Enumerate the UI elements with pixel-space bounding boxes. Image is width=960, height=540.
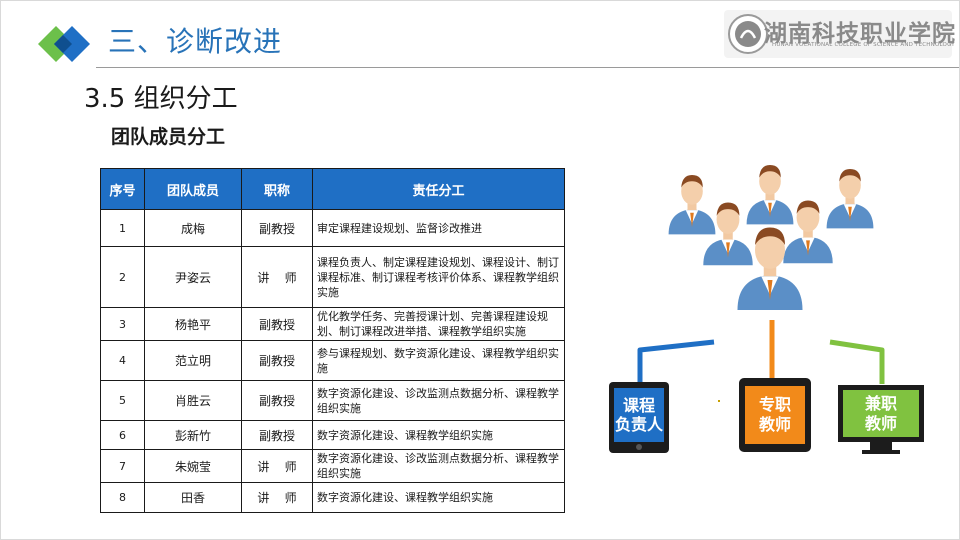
phone-device-icon: 专职 教师 bbox=[739, 378, 811, 452]
row-name: 田香 bbox=[144, 482, 242, 513]
table-row: 8 田香 讲 师 数字资源化建设、课程教学组织实施 bbox=[100, 482, 565, 513]
row-duty: 数字资源化建设、诊改监测点数据分析、课程教学组织实施 bbox=[312, 449, 565, 483]
row-name: 尹姿云 bbox=[144, 246, 242, 308]
row-title: 讲 师 bbox=[241, 482, 313, 513]
row-name: 彭新竹 bbox=[144, 420, 242, 450]
row-name: 杨艳平 bbox=[144, 307, 242, 341]
row-duty: 优化教学任务、完善授课计划、完善课程建设规划、制订课程改进举措、课程教学组织实施 bbox=[312, 307, 565, 341]
role-fulltime-teacher: 专职 教师 bbox=[745, 386, 805, 444]
role-parttime-teacher: 兼职 教师 bbox=[843, 390, 919, 437]
row-duty: 审定课程建设规划、监督诊改推进 bbox=[312, 209, 565, 247]
row-title: 副教授 bbox=[241, 380, 313, 421]
row-name: 成梅 bbox=[144, 209, 242, 247]
row-duty: 数字资源化建设、诊改监测点数据分析、课程教学组织实施 bbox=[312, 380, 565, 421]
monitor-stand bbox=[870, 442, 892, 450]
school-name-en: HUNAN VOCATIONAL COLLEGE OF SCIENCE AND … bbox=[772, 42, 955, 48]
role-line2: 负责人 bbox=[614, 415, 663, 434]
person-icon bbox=[737, 227, 803, 310]
row-no: 7 bbox=[100, 449, 145, 483]
table-row: 1 成梅 副教授 审定课程建设规划、监督诊改推进 bbox=[100, 209, 565, 247]
table-row: 4 范立明 副教授 参与课程规划、数字资源化建设、课程教学组织实施 bbox=[100, 340, 565, 381]
role-line1: 专职 bbox=[758, 395, 791, 414]
home-button-icon bbox=[636, 444, 642, 450]
subsection-title: 3.5 组织分工 bbox=[84, 84, 238, 114]
row-title: 副教授 bbox=[241, 420, 313, 450]
table-row: 5 肖胜云 副教授 数字资源化建设、诊改监测点数据分析、课程教学组织实施 bbox=[100, 380, 565, 421]
header-no: 序号 bbox=[100, 168, 145, 210]
header-divider bbox=[96, 67, 959, 68]
header-duty: 责任分工 bbox=[312, 168, 565, 210]
row-duty: 课程负责人、制定课程建设规划、课程设计、制订课程标准、制订课程考核评价体系、课程… bbox=[312, 246, 565, 308]
header-member: 团队成员 bbox=[144, 168, 242, 210]
person-icon bbox=[668, 175, 716, 235]
row-no: 2 bbox=[100, 246, 145, 308]
row-no: 6 bbox=[100, 420, 145, 450]
team-title: 团队成员分工 bbox=[111, 126, 226, 148]
row-name: 朱婉莹 bbox=[144, 449, 242, 483]
role-line1: 课程 bbox=[622, 396, 655, 415]
row-title: 讲 师 bbox=[241, 449, 313, 483]
row-no: 4 bbox=[100, 340, 145, 381]
team-duty-table: 序号 团队成员 职称 责任分工 1 成梅 副教授 审定课程建设规划、监督诊改推进… bbox=[100, 168, 565, 513]
table-header-row: 序号 团队成员 职称 责任分工 bbox=[100, 168, 565, 210]
row-name: 范立明 bbox=[144, 340, 242, 381]
monitor-stand-base bbox=[862, 450, 900, 454]
monitor-device-icon: 兼职 教师 bbox=[838, 385, 924, 442]
person-icon bbox=[746, 165, 794, 225]
diamond-logo-icon bbox=[38, 26, 90, 62]
decorative-dot bbox=[718, 400, 720, 402]
row-duty: 参与课程规划、数字资源化建设、课程教学组织实施 bbox=[312, 340, 565, 381]
table-row: 6 彭新竹 副教授 数字资源化建设、课程教学组织实施 bbox=[100, 420, 565, 450]
row-no: 1 bbox=[100, 209, 145, 247]
row-duty: 数字资源化建设、课程教学组织实施 bbox=[312, 482, 565, 513]
role-course-lead: 课程 负责人 bbox=[614, 388, 664, 442]
row-name: 肖胜云 bbox=[144, 380, 242, 421]
team-people-illustration bbox=[668, 165, 874, 310]
header-title: 职称 bbox=[241, 168, 313, 210]
row-no: 5 bbox=[100, 380, 145, 421]
person-icon bbox=[826, 169, 874, 229]
row-title: 讲 师 bbox=[241, 246, 313, 308]
role-line2: 教师 bbox=[864, 413, 897, 433]
row-no: 3 bbox=[100, 307, 145, 341]
role-line2: 教师 bbox=[758, 415, 791, 434]
role-line1: 兼职 bbox=[864, 393, 897, 413]
row-title: 副教授 bbox=[241, 340, 313, 381]
row-no: 8 bbox=[100, 482, 145, 513]
tablet-device-icon: 课程 负责人 bbox=[609, 382, 669, 453]
row-title: 副教授 bbox=[241, 209, 313, 247]
table-row: 2 尹姿云 讲 师 课程负责人、制定课程建设规划、课程设计、制订课程标准、制订课… bbox=[100, 246, 565, 308]
table-row: 7 朱婉莹 讲 师 数字资源化建设、诊改监测点数据分析、课程教学组织实施 bbox=[100, 449, 565, 483]
person-icon bbox=[783, 200, 833, 264]
row-duty: 数字资源化建设、课程教学组织实施 bbox=[312, 420, 565, 450]
table-row: 3 杨艳平 副教授 优化教学任务、完善授课计划、完善课程建设规划、制订课程改进举… bbox=[100, 307, 565, 341]
row-title: 副教授 bbox=[241, 307, 313, 341]
section-title: 三、诊断改进 bbox=[108, 25, 283, 58]
